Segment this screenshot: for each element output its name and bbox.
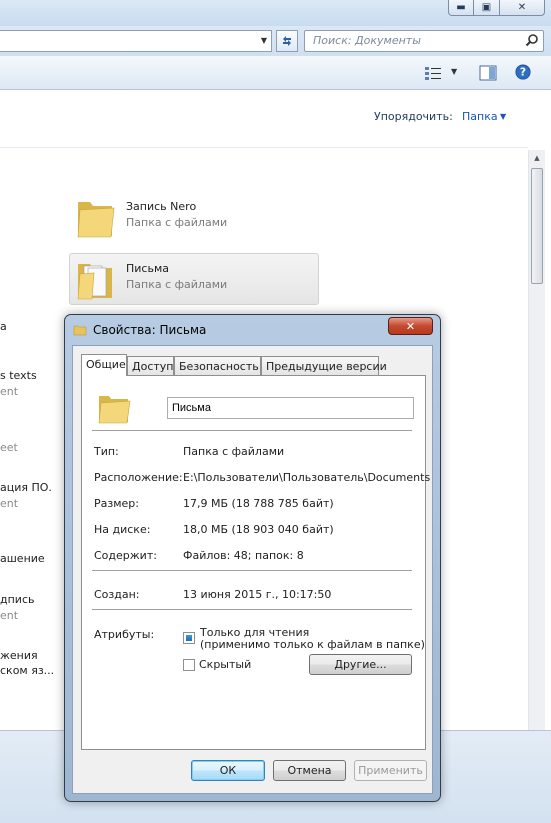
explorer-titlebar: ▬ ▣ ✕ [0, 0, 551, 26]
dialog-body: Общие Доступ Безопасность Предыдущие вер… [72, 345, 433, 794]
type-value: Папка с файлами [183, 445, 285, 458]
views-icon[interactable] [424, 65, 442, 81]
tab-sharing[interactable]: Доступ [127, 356, 174, 375]
readonly-sublabel: (применимо только к файлам в папке) [200, 638, 425, 651]
folder-item[interactable]: Запись Nero Папка с файлами [70, 192, 320, 244]
folder-name: Письма [126, 262, 169, 275]
created-label: Создан: [94, 588, 140, 601]
list-item-fragment: ent [0, 497, 19, 510]
divider [92, 609, 412, 610]
advanced-button[interactable]: Другие... [309, 654, 412, 675]
dialog-title: Свойства: Письма [93, 323, 207, 337]
list-item-fragment: ашение [0, 552, 45, 565]
hidden-label: Скрытый [199, 658, 252, 671]
arrange-label: Упорядочить: [374, 110, 453, 123]
list-item-fragment: ent [0, 609, 19, 622]
refresh-icon [283, 36, 291, 46]
location-label: Расположение: [94, 471, 183, 484]
command-bar: ▼ ? [0, 56, 551, 90]
close-window-button[interactable]: ✕ [499, 0, 545, 16]
search-icon[interactable] [525, 33, 539, 47]
refresh-button[interactable] [276, 30, 298, 52]
readonly-checkbox[interactable] [183, 632, 195, 644]
contains-label: Содержит: [94, 549, 157, 562]
address-field[interactable] [0, 30, 272, 52]
tab-security[interactable]: Безопасность [174, 356, 261, 375]
chevron-down-icon[interactable]: ▼ [500, 112, 506, 121]
list-item-fragment: s texts [0, 369, 37, 382]
contains-value: Файлов: 48; папок: 8 [183, 549, 304, 562]
views-dropdown-icon[interactable]: ▼ [451, 67, 457, 76]
folder-with-documents-icon [77, 264, 112, 300]
size-on-disk-label: На диске: [94, 523, 151, 536]
divider [92, 430, 412, 431]
arrange-by-dropdown[interactable]: Папка [462, 110, 498, 123]
general-tab-panel: Тип: Папка с файлами Расположение: E:\По… [81, 375, 430, 750]
ok-button[interactable]: ОК [191, 760, 265, 781]
divider [92, 570, 412, 571]
address-row: ▼ Поиск: Документы [0, 26, 551, 56]
folder-icon [77, 202, 115, 238]
list-item-fragment: дпись [0, 593, 35, 606]
size-on-disk-value: 18,0 МБ (18 903 040 байт) [183, 523, 334, 536]
folder-icon [73, 325, 87, 336]
hidden-checkbox[interactable] [183, 659, 195, 671]
preview-pane-icon[interactable] [479, 65, 497, 81]
folder-type: Папка с файлами [126, 278, 228, 291]
search-placeholder: Поиск: Документы [313, 34, 421, 47]
tab-previous-versions[interactable]: Предыдущие версии [261, 356, 387, 375]
list-item-fragment: а [0, 320, 7, 333]
location-value: E:\Пользователи\Пользователь\Documents [183, 471, 431, 484]
size-label: Размер: [94, 497, 139, 510]
address-dropdown-icon[interactable]: ▼ [256, 30, 272, 50]
tab-general[interactable]: Общие [81, 354, 127, 376]
vertical-scrollbar[interactable]: ▲ [528, 150, 545, 730]
list-item-fragment: жения [0, 649, 38, 662]
scroll-thumb[interactable] [531, 168, 543, 284]
minimize-button[interactable]: ▬ [448, 0, 474, 16]
maximize-button[interactable]: ▣ [473, 0, 500, 16]
size-value: 17,9 МБ (18 788 785 байт) [183, 497, 334, 510]
list-item-fragment: ent [0, 385, 19, 398]
properties-dialog: Свойства: Письма ✕ Общие Доступ Безопасн… [64, 314, 441, 802]
type-label: Тип: [94, 445, 119, 458]
folder-name-input[interactable] [167, 397, 414, 419]
dialog-close-button[interactable]: ✕ [388, 317, 433, 335]
apply-button[interactable]: Применить [354, 760, 427, 781]
list-item-fragment: eet [0, 441, 18, 454]
folder-item-selected[interactable]: Письма Папка с файлами [69, 253, 319, 305]
cancel-button[interactable]: Отмена [273, 760, 346, 781]
header-divider [0, 147, 528, 148]
folder-type: Папка с файлами [126, 216, 228, 229]
attributes-label: Атрибуты: [94, 628, 155, 641]
list-item-fragment: ском яз... [0, 664, 55, 677]
created-value: 13 июня 2015 г., 10:17:50 [183, 588, 332, 601]
list-item-fragment: ация ПО. [0, 481, 52, 494]
help-icon[interactable]: ? [514, 64, 532, 80]
svg-text:?: ? [520, 66, 526, 79]
folder-icon [98, 396, 131, 424]
search-input[interactable]: Поиск: Документы [304, 30, 544, 52]
folder-name: Запись Nero [126, 200, 197, 213]
scroll-up-icon[interactable]: ▲ [529, 150, 545, 166]
